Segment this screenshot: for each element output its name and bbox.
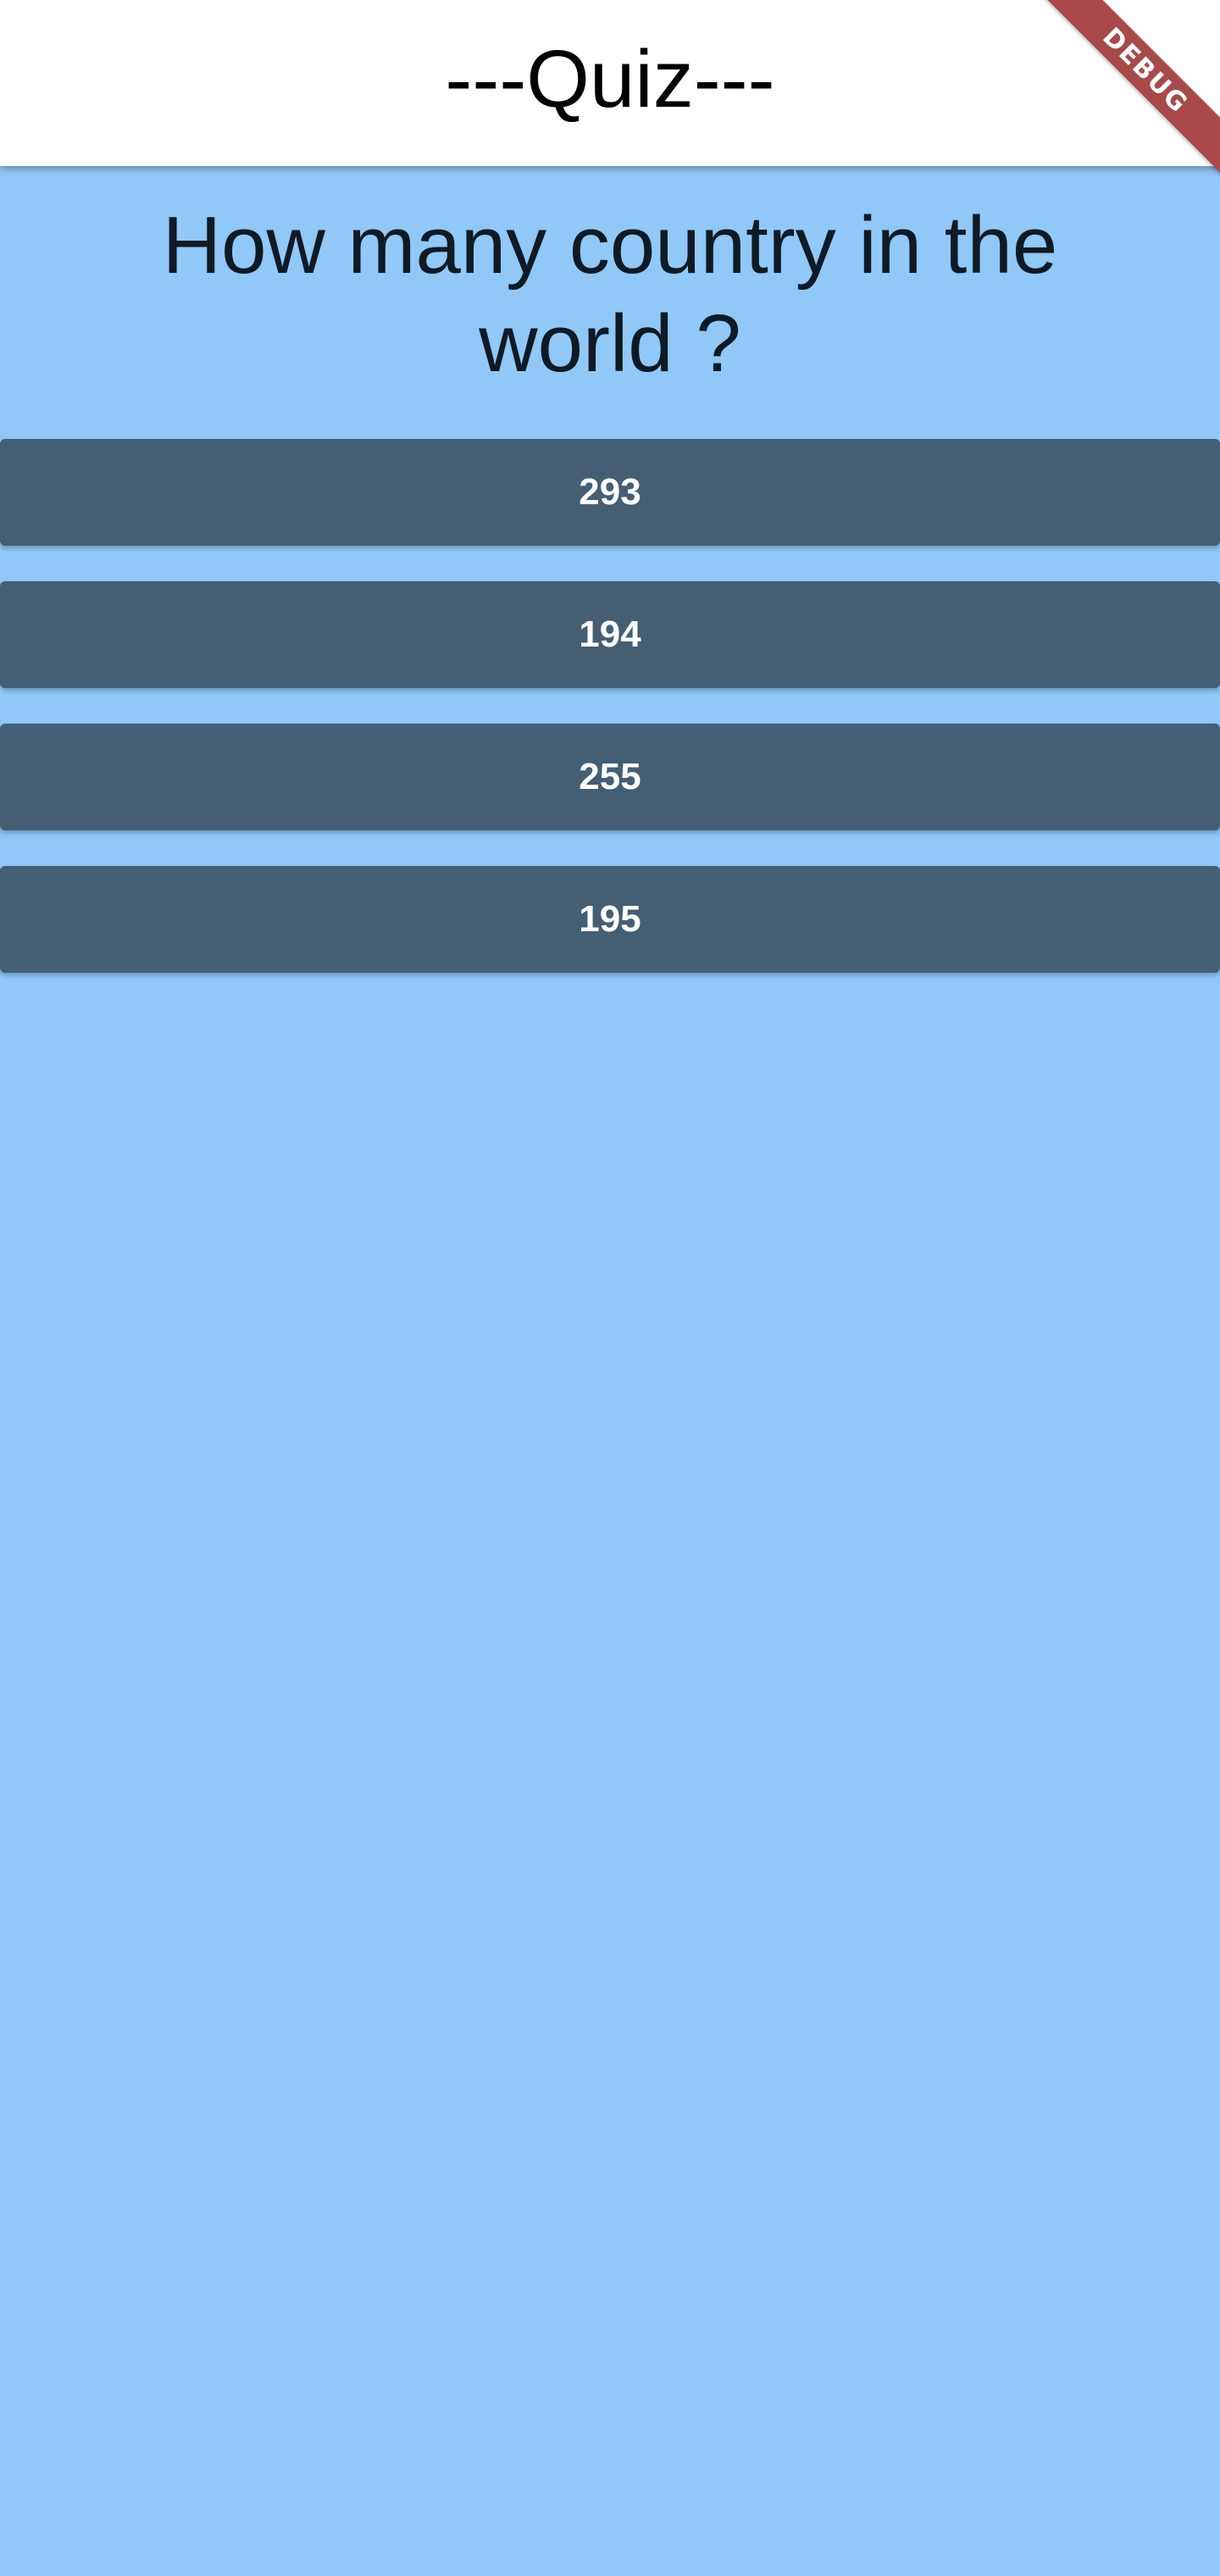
answer-button-3[interactable]: 255	[0, 724, 1220, 830]
question-text: How many country in the world ?	[162, 200, 1058, 389]
answer-button-1[interactable]: 293	[0, 439, 1220, 546]
answer-button-2[interactable]: 194	[0, 581, 1220, 688]
app-title: ---Quiz---	[445, 34, 775, 125]
debug-banner: DEBUG	[1034, 0, 1220, 186]
debug-banner-label: DEBUG	[1034, 0, 1220, 186]
answer-list: 293 194 255 195	[0, 439, 1220, 1008]
answer-button-4[interactable]: 195	[0, 866, 1220, 973]
